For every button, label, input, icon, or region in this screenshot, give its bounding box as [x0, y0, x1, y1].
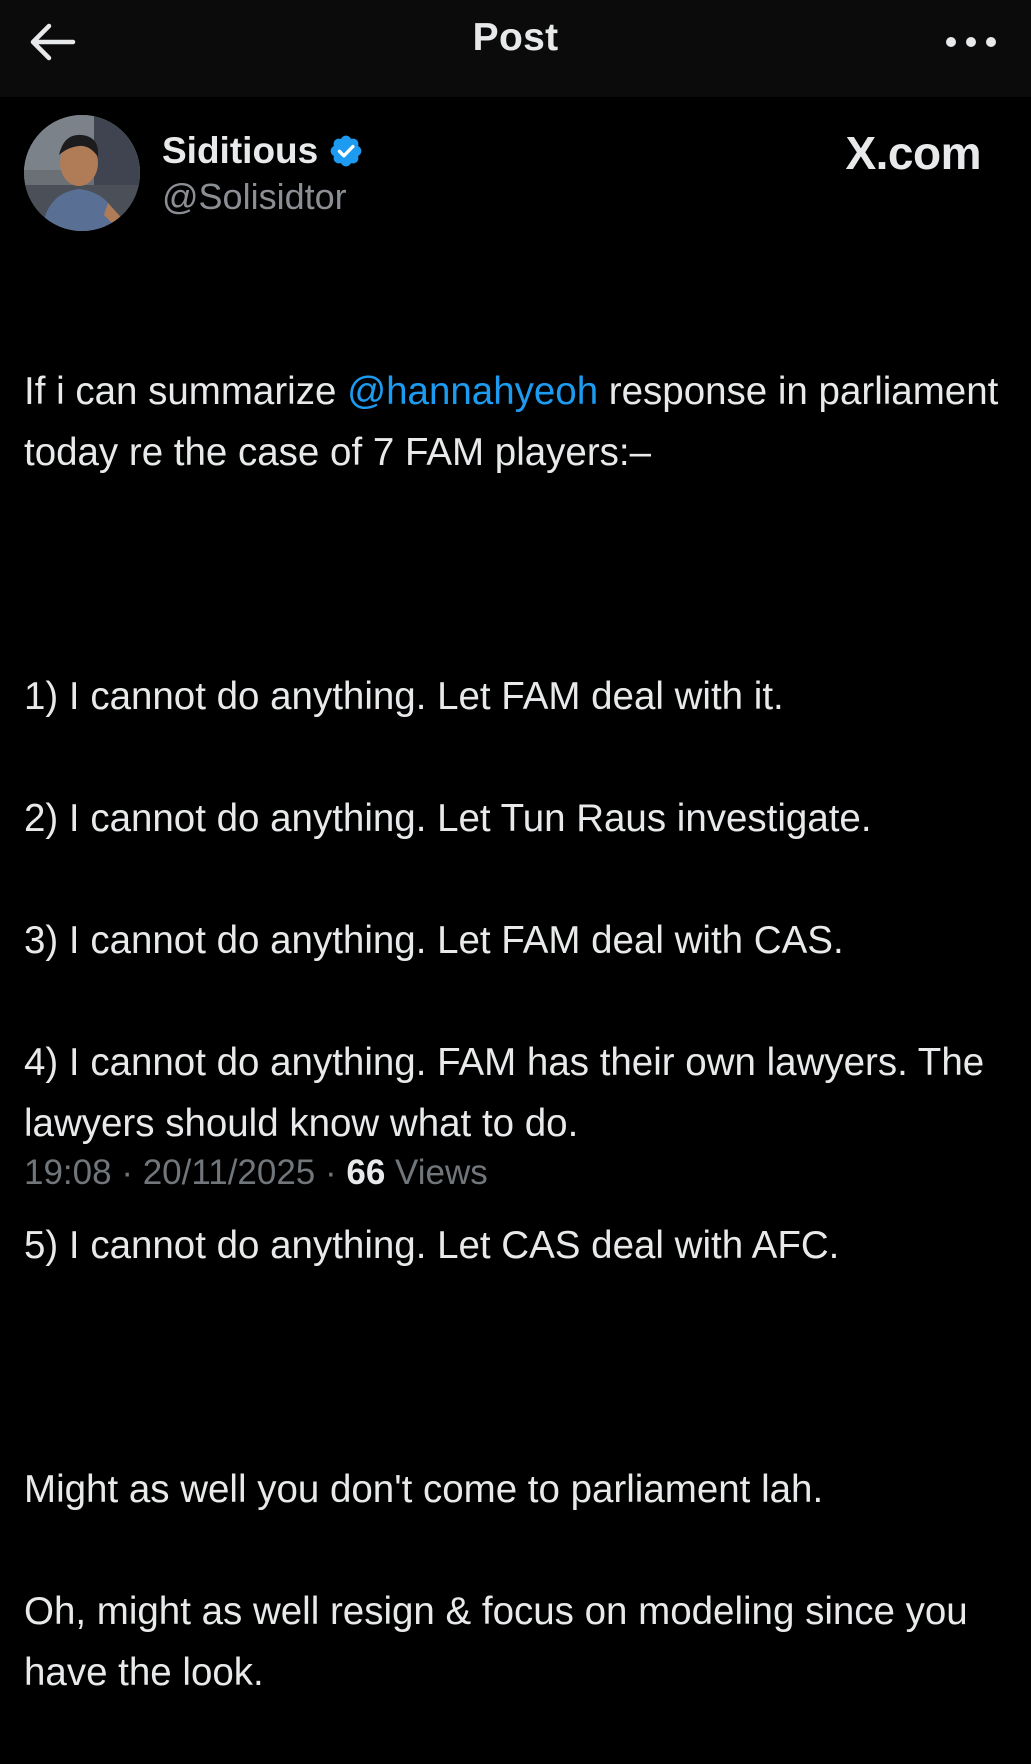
meta-separator: ·: [315, 1153, 347, 1192]
more-horizontal-icon: [946, 37, 996, 47]
post-date[interactable]: 20/11/2025: [143, 1153, 316, 1192]
author-name-row[interactable]: Siditious: [162, 128, 364, 174]
post-intro: If i can summarize @hannahyeoh response …: [24, 361, 1014, 483]
author-name[interactable]: Siditious: [162, 130, 318, 172]
meta-separator: ·: [111, 1153, 143, 1192]
post-text: If i can summarize @hannahyeoh response …: [24, 300, 1014, 1764]
list-item: 5) I cannot do anything. Let CAS deal wi…: [24, 1224, 840, 1267]
views-count: 66: [346, 1153, 386, 1192]
brand-watermark: X.com: [845, 127, 981, 179]
views-label: Views: [385, 1153, 488, 1192]
author-handle[interactable]: @Solisidtor: [162, 176, 347, 218]
verified-badge-icon: [330, 135, 362, 167]
more-options-button[interactable]: [941, 18, 1001, 66]
avatar-image: [24, 115, 140, 231]
post-time[interactable]: 19:08: [24, 1153, 112, 1192]
mention-link[interactable]: @hannahyeoh: [347, 370, 598, 413]
list-item: 3) I cannot do anything. Let FAM deal wi…: [24, 919, 844, 962]
list-item: 4) I cannot do anything. FAM has their o…: [24, 1041, 995, 1145]
top-bar: Post: [0, 0, 1031, 97]
page-title: Post: [472, 16, 559, 59]
avatar[interactable]: [24, 115, 140, 231]
closing-line: Oh, might as well resign & focus on mode…: [24, 1590, 979, 1694]
list-item: 1) I cannot do anything. Let FAM deal wi…: [24, 675, 784, 718]
closing-line: Might as well you don't come to parliame…: [24, 1468, 824, 1511]
list-item: 2) I cannot do anything. Let Tun Raus in…: [24, 797, 872, 840]
post-meta: 19:08 · 20/11/2025 · 66 Views: [24, 1153, 488, 1193]
intro-text: If i can summarize: [24, 370, 348, 413]
